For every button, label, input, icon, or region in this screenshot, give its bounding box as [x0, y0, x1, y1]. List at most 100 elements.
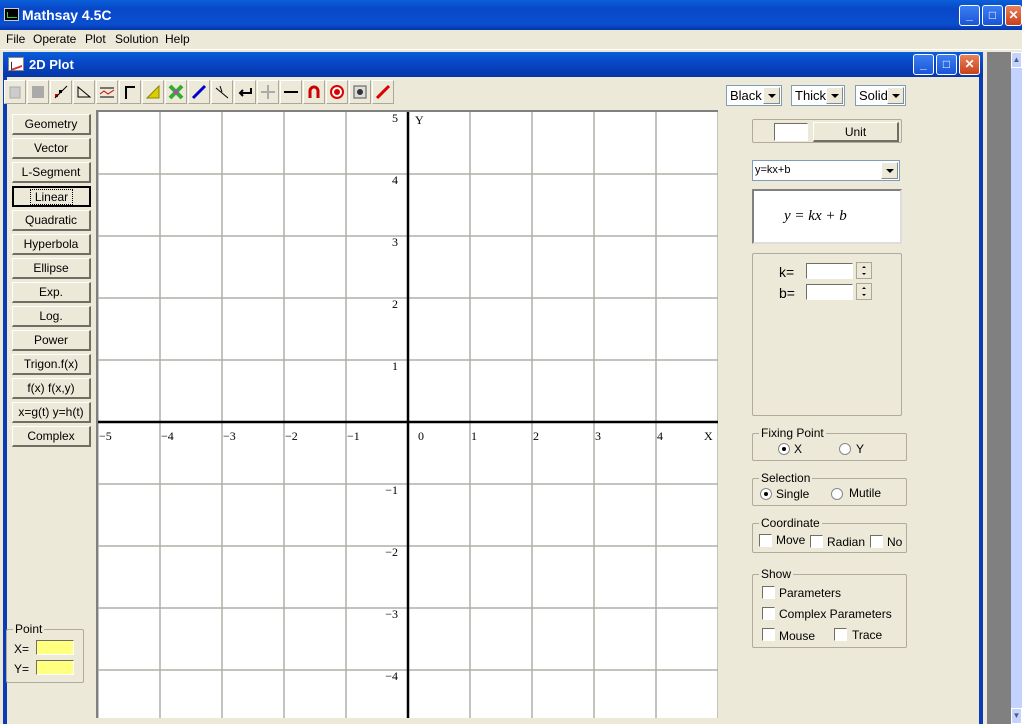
- clock-icon[interactable]: [349, 80, 371, 104]
- show-trace-label: Trace: [852, 628, 883, 642]
- menu-help[interactable]: Help: [165, 32, 190, 46]
- param-k-field[interactable]: [806, 263, 853, 279]
- vertical-scrollbar[interactable]: ▲ ▼: [1011, 52, 1022, 724]
- menu-solution[interactable]: Solution: [115, 32, 158, 46]
- function-select-value: y=kx+b: [755, 164, 791, 176]
- compass-icon[interactable]: [211, 80, 233, 104]
- x-tick-label: 0: [418, 429, 424, 443]
- y-tick-label: 1: [392, 359, 398, 373]
- minimize-button[interactable]: _: [959, 5, 980, 26]
- show-mouse-checkbox[interactable]: [762, 628, 775, 641]
- mdi-background: [987, 52, 1011, 724]
- menu-plot[interactable]: Plot: [85, 32, 106, 46]
- selection-mutile-radio[interactable]: [831, 488, 843, 500]
- maximize-button[interactable]: □: [982, 5, 1003, 26]
- scroll-up-icon[interactable]: ▲: [1011, 52, 1022, 68]
- page-icon[interactable]: [27, 80, 49, 104]
- return-arrow-icon[interactable]: [234, 80, 256, 104]
- triangle-ruler-icon[interactable]: [73, 80, 95, 104]
- scroll-down-icon[interactable]: ▼: [1011, 708, 1022, 724]
- show-legend: Show: [759, 567, 794, 581]
- chart-lines-icon[interactable]: [96, 80, 118, 104]
- plus-icon[interactable]: [257, 80, 279, 104]
- coordinate-no-checkbox[interactable]: [870, 535, 883, 548]
- scatter-plot-icon[interactable]: [50, 80, 72, 104]
- function-button-x-g-t-y-h-t[interactable]: x=g(t) y=h(t): [12, 402, 91, 423]
- param-k-spinner[interactable]: [856, 262, 872, 279]
- show-complex-parameters-checkbox[interactable]: [762, 607, 775, 620]
- close-button[interactable]: ✕: [1005, 5, 1022, 26]
- corner-icon[interactable]: [119, 80, 141, 104]
- function-button-geometry[interactable]: Geometry: [12, 114, 91, 135]
- parameters-group: k= b=: [752, 253, 902, 416]
- show-mouse-label: Mouse: [779, 629, 816, 643]
- child-maximize-button[interactable]: □: [936, 54, 957, 75]
- color-select[interactable]: Black: [726, 85, 782, 106]
- point-y-label: Y=: [14, 662, 30, 676]
- function-button-label: L-Segment: [21, 165, 81, 179]
- child-close-button[interactable]: ✕: [959, 54, 980, 75]
- fixing-point-y-label: Y: [856, 442, 865, 456]
- app-titlebar: Mathsay 4.5C _ □ ✕: [0, 0, 1022, 30]
- param-b-spinner[interactable]: [856, 283, 872, 300]
- chevron-down-icon[interactable]: [826, 87, 843, 104]
- unit-button-label: Unit: [844, 125, 867, 139]
- plot-canvas[interactable]: −5 −4 −3 −2 −1 0 1 2 3 4 X 5 4 3 2 1 −1 −2 −3 −4 Y: [96, 110, 718, 718]
- point-x-field[interactable]: [36, 640, 74, 655]
- y-tick-label: −1: [385, 483, 398, 497]
- chevron-down-icon[interactable]: [763, 87, 780, 104]
- y-tick-label: 3: [392, 235, 398, 249]
- menu-operate[interactable]: Operate: [33, 32, 76, 46]
- y-axis-label: Y: [415, 113, 424, 127]
- pencil-icon[interactable]: [372, 80, 394, 104]
- equation-text: y = kx + b: [784, 208, 847, 224]
- function-button-vector[interactable]: Vector: [12, 138, 91, 159]
- unit-field[interactable]: [774, 123, 808, 141]
- target-icon[interactable]: [326, 80, 348, 104]
- chevron-down-icon[interactable]: [887, 87, 904, 104]
- protractor-icon[interactable]: [142, 80, 164, 104]
- function-select[interactable]: y=kx+b: [752, 160, 900, 181]
- unit-button[interactable]: Unit: [813, 122, 899, 142]
- function-button-complex[interactable]: Complex: [12, 426, 91, 447]
- menu-file[interactable]: File: [6, 32, 25, 46]
- coordinate-move-checkbox[interactable]: [759, 534, 772, 547]
- magnet-icon[interactable]: [303, 80, 325, 104]
- function-button-f-x-f-x-y[interactable]: f(x) f(x,y): [12, 378, 91, 399]
- function-button-ellipse[interactable]: Ellipse: [12, 258, 91, 279]
- point-y-field[interactable]: [36, 660, 74, 675]
- menubar: File Operate Plot Solution Help: [0, 30, 1022, 50]
- coordinate-legend: Coordinate: [759, 516, 822, 530]
- selection-mutile-label: Mutile: [849, 486, 882, 500]
- selection-single-radio[interactable]: [760, 488, 772, 500]
- function-button-power[interactable]: Power: [12, 330, 91, 351]
- coordinate-radian-label: Radian: [827, 535, 866, 549]
- function-button-trigon-f-x[interactable]: Trigon.f(x): [12, 354, 91, 375]
- colors-cross-icon[interactable]: [165, 80, 187, 104]
- show-trace-checkbox[interactable]: [834, 628, 847, 641]
- function-button-log[interactable]: Log.: [12, 306, 91, 327]
- function-button-linear[interactable]: Linear: [12, 186, 91, 207]
- line-style-select[interactable]: Solid: [855, 85, 906, 106]
- y-tick-label: 4: [392, 173, 398, 187]
- thickness-select[interactable]: Thick: [791, 85, 845, 106]
- x-tick-label: 1: [471, 429, 477, 443]
- function-button-label: Quadratic: [24, 213, 78, 227]
- function-button-exp[interactable]: Exp.: [12, 282, 91, 303]
- pen-icon[interactable]: [188, 80, 210, 104]
- param-b-field[interactable]: [806, 284, 853, 300]
- show-parameters-checkbox[interactable]: [762, 586, 775, 599]
- fixing-point-y-radio[interactable]: [839, 443, 851, 455]
- function-button-quadratic[interactable]: Quadratic: [12, 210, 91, 231]
- document-icon[interactable]: [4, 80, 26, 104]
- coordinate-radian-checkbox[interactable]: [810, 535, 823, 548]
- fixing-point-x-radio[interactable]: [778, 443, 790, 455]
- function-button-hyperbola[interactable]: Hyperbola: [12, 234, 91, 255]
- selection-legend: Selection: [759, 471, 813, 485]
- function-button-l-segment[interactable]: L-Segment: [12, 162, 91, 183]
- fixing-point-x-label: X: [794, 442, 803, 456]
- y-tick-label: 2: [392, 297, 398, 311]
- minus-icon[interactable]: [280, 80, 302, 104]
- chevron-down-icon[interactable]: [881, 162, 898, 179]
- child-minimize-button[interactable]: _: [913, 54, 934, 75]
